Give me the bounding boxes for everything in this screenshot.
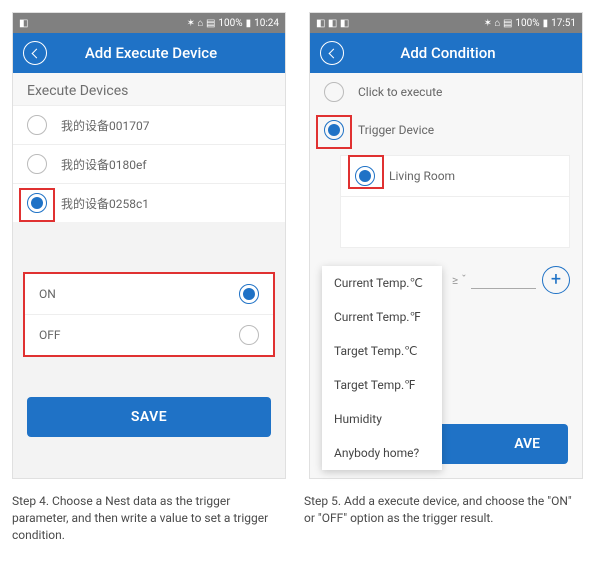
radio-icon (355, 166, 375, 186)
dropdown-item[interactable]: Current Temp.℉ (322, 300, 442, 334)
status-icons: ✶ ⌂ ▤ (187, 18, 216, 29)
off-label: OFF (39, 328, 61, 342)
value-input-underline[interactable] (471, 272, 536, 289)
dropdown-item[interactable]: Target Temp.℃ (322, 334, 442, 368)
device-row[interactable]: 我的设备001707 (13, 105, 285, 144)
dropdown-item[interactable]: Anybody home? (322, 436, 442, 470)
device-label: 我的设备0258c1 (61, 195, 149, 212)
option-trigger-row[interactable]: Trigger Device (310, 111, 582, 149)
appbar-title: Add Execute Device (57, 44, 245, 62)
nested-device-label: Living Room (389, 169, 455, 183)
nested-blank (340, 197, 570, 248)
caption-step5: Step 5. Add a execute device, and choose… (304, 493, 576, 543)
radio-icon (239, 284, 259, 304)
device-label: 我的设备001707 (61, 117, 149, 134)
status-battery: 100% (218, 18, 242, 29)
back-button[interactable] (23, 41, 47, 65)
dropdown-item[interactable]: Current Temp.℃ (322, 266, 442, 300)
save-label-visible: AVE (514, 436, 540, 452)
status-icons: ✶ ⌂ ▤ (484, 18, 513, 29)
status-icon-message: ◧ (19, 18, 29, 28)
back-button[interactable] (320, 41, 344, 65)
operator-hint[interactable]: ≥ ˇ (452, 273, 467, 287)
section-title: Execute Devices (13, 73, 285, 105)
off-row[interactable]: OFF (25, 315, 273, 355)
phone-left: ◧ ✶ ⌂ ▤ 100% ▮ 10:24 Add Execute Device … (12, 12, 286, 479)
param-row: ≥ ˇ + Current Temp.℃ Current Temp.℉ Targ… (322, 266, 570, 294)
statusbar: ◧ ✶ ⌂ ▤ 100% ▮ 10:24 (13, 13, 285, 33)
device-label: 我的设备0180ef (61, 156, 147, 173)
radio-icon (27, 193, 47, 213)
status-icon: ◧ ◧ ◧ (316, 18, 349, 29)
statusbar: ◧ ◧ ◧ ✶ ⌂ ▤ 100% ▮ 17:51 (310, 13, 582, 33)
appbar: Add Execute Device (13, 33, 285, 73)
status-battery: 100% (515, 18, 539, 29)
option-label: Click to execute (358, 85, 442, 99)
status-time: 17:51 (551, 18, 576, 29)
device-row[interactable]: 我的设备0258c1 (13, 183, 285, 222)
radio-icon (27, 154, 47, 174)
dropdown-item[interactable]: Target Temp.℉ (322, 368, 442, 402)
appbar: Add Condition (310, 33, 582, 73)
phone-right: ◧ ◧ ◧ ✶ ⌂ ▤ 100% ▮ 17:51 Add Condition C… (309, 12, 583, 479)
on-row[interactable]: ON (25, 274, 273, 315)
radio-icon (324, 82, 344, 102)
option-label: Trigger Device (358, 123, 434, 137)
dropdown-item[interactable]: Humidity (322, 402, 442, 436)
save-button[interactable]: SAVE (27, 397, 271, 437)
device-row[interactable]: 我的设备0180ef (13, 144, 285, 183)
nested-device-row[interactable]: Living Room (340, 155, 570, 197)
param-dropdown: Current Temp.℃ Current Temp.℉ Target Tem… (322, 266, 442, 470)
on-label: ON (39, 287, 56, 301)
status-time: 10:24 (254, 18, 279, 29)
appbar-title: Add Condition (354, 44, 542, 62)
onoff-block: ON OFF (23, 272, 275, 357)
radio-icon (239, 325, 259, 345)
caption-step4: Step 4. Choose a Nest data as the trigge… (12, 493, 284, 543)
add-button[interactable]: + (542, 266, 570, 294)
radio-icon (27, 115, 47, 135)
option-click-row[interactable]: Click to execute (310, 73, 582, 111)
radio-icon (324, 120, 344, 140)
